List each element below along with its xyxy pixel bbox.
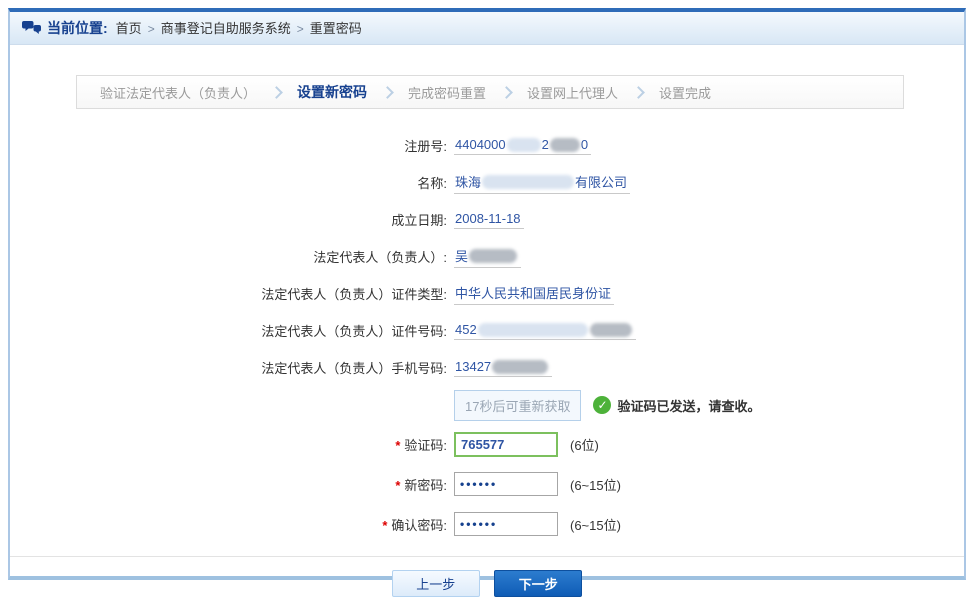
confirm-password-label: * 确认密码: <box>10 515 447 534</box>
establish-date-value-text: 2008-11-18 <box>455 211 521 226</box>
required-asterisk: * <box>395 438 400 453</box>
mobile-number-value: 13427 <box>454 358 552 377</box>
breadcrumb-separator: > <box>297 22 304 36</box>
resend-code-button[interactable]: 17秒后可重新获取 <box>454 390 581 421</box>
redacted-blur-patch <box>492 360 548 374</box>
breadcrumb: 当前位置: 首页 > 商事登记自助服务系统 > 重置密码 <box>10 12 964 45</box>
required-asterisk: * <box>395 478 400 493</box>
chevron-right-icon <box>381 86 394 99</box>
new-password-input[interactable] <box>454 472 558 496</box>
form-row-id-type: 法定代表人（负责人）证件类型: 中华人民共和国居民身份证 <box>10 275 964 312</box>
reset-password-page: 当前位置: 首页 > 商事登记自助服务系统 > 重置密码 验证法定代表人（负责人） 设置新… <box>8 8 966 580</box>
id-type-label: 法定代表人（负责人）证件类型: <box>10 284 447 303</box>
company-name-value-area: 珠海 有限公司 <box>454 171 630 194</box>
captcha-label-text: 验证码: <box>404 438 447 453</box>
password-input-rows: * 验证码: (6位) * 新密码: (6~15位) * 确认密码: (6~15位) <box>10 424 964 544</box>
step-wizard: 验证法定代表人（负责人） 设置新密码 完成密码重置 设置网上代理人 设置完成 <box>76 75 904 109</box>
breadcrumb-item[interactable]: 商事登记自助服务系统 <box>161 21 291 36</box>
mobile-number-value-text: 13427 <box>455 359 491 374</box>
sms-status-message: 验证码已发送，请查收。 <box>617 396 760 415</box>
chevron-right-icon <box>270 86 283 99</box>
reset-password-form: 注册号: 4404000 2 0 名称: 珠海 有限公司成立日期: 2008-11-18 法定代… <box>10 127 964 544</box>
registration-number-value: 4404000 2 0 <box>454 136 591 155</box>
legal-representative-label: 法定代表人（负责人）: <box>10 247 447 266</box>
form-row-company-name: 名称: 珠海 有限公司 <box>10 164 964 201</box>
breadcrumb-item: 重置密码 <box>310 21 362 36</box>
legal-representative-value-area: 吴 <box>454 245 521 268</box>
new-password-value-area: (6~15位) <box>454 472 621 496</box>
id-number-value: 452 <box>454 321 636 340</box>
mobile-number-value-area: 13427 <box>454 358 552 377</box>
form-row-captcha: * 验证码: (6位) <box>10 424 964 464</box>
id-type-value-text: 中华人民共和国居民身份证 <box>455 283 611 302</box>
establish-date-value-area: 2008-11-18 <box>454 210 524 229</box>
confirm-password-value-area: (6~15位) <box>454 512 621 536</box>
redacted-blur-patch <box>590 323 632 337</box>
id-number-value-area: 452 <box>454 321 636 340</box>
captcha-value-area: (6位) <box>454 432 599 457</box>
wizard-step: 验证法定代表人（负责人） <box>100 83 256 102</box>
company-name-value-text: 珠海 <box>455 172 481 191</box>
chevron-right-icon <box>632 86 645 99</box>
next-step-button[interactable]: 下一步 <box>494 570 582 597</box>
check-circle-icon: ✓ <box>593 396 611 414</box>
footer-actions: 上一步 下一步 <box>10 556 964 597</box>
chevron-right-icon <box>500 86 513 99</box>
new-password-length-hint: (6~15位) <box>570 475 621 494</box>
form-row-id-number: 法定代表人（负责人）证件号码: 452 <box>10 312 964 349</box>
new-password-label-text: 新密码: <box>404 478 447 493</box>
id-number-label: 法定代表人（负责人）证件号码: <box>10 321 447 340</box>
redacted-blur-patch <box>469 249 517 263</box>
form-row-registration-number: 注册号: 4404000 2 0 <box>10 127 964 164</box>
mobile-number-label: 法定代表人（负责人）手机号码: <box>10 358 447 377</box>
breadcrumb-label: 当前位置: <box>47 18 108 38</box>
redacted-blur-patch <box>507 138 541 152</box>
captcha-input[interactable] <box>454 432 558 457</box>
captcha-length-hint: (6位) <box>570 435 599 454</box>
captcha-label: * 验证码: <box>10 435 447 454</box>
wizard-step: 设置网上代理人 <box>527 83 618 102</box>
establish-date-value: 2008-11-18 <box>454 210 524 229</box>
registration-number-value-area: 4404000 2 0 <box>454 136 591 155</box>
confirm-password-label-text: 确认密码: <box>391 518 447 533</box>
speech-bubbles-icon <box>22 21 41 36</box>
company-info-rows: 注册号: 4404000 2 0 名称: 珠海 有限公司成立日期: 2008-11-18 法定代… <box>10 127 964 386</box>
form-row-establish-date: 成立日期: 2008-11-18 <box>10 201 964 238</box>
legal-representative-value-text: 吴 <box>455 246 468 265</box>
form-row-confirm-password: * 确认密码: (6~15位) <box>10 504 964 544</box>
id-number-value-text: 452 <box>455 322 477 337</box>
form-row-legal-representative: 法定代表人（负责人）: 吴 <box>10 238 964 275</box>
redacted-blur-patch <box>550 138 580 152</box>
breadcrumb-item[interactable]: 首页 <box>116 21 142 36</box>
confirm-password-input[interactable] <box>454 512 558 536</box>
registration-number-value-text: 4404000 <box>455 137 506 152</box>
legal-representative-value: 吴 <box>454 245 521 268</box>
wizard-step: 设置完成 <box>659 83 711 102</box>
registration-number-value-text: 2 <box>542 137 549 152</box>
id-type-value-area: 中华人民共和国居民身份证 <box>454 282 614 305</box>
registration-number-value-text: 0 <box>581 137 588 152</box>
wizard-step-active: 设置新密码 <box>297 82 367 102</box>
id-type-value: 中华人民共和国居民身份证 <box>454 282 614 305</box>
breadcrumb-items: 首页 > 商事登记自助服务系统 > 重置密码 <box>116 18 362 38</box>
registration-number-label: 注册号: <box>10 136 447 155</box>
confirm-password-length-hint: (6~15位) <box>570 515 621 534</box>
redacted-blur-patch <box>478 323 588 337</box>
required-asterisk: * <box>382 518 387 533</box>
form-row-new-password: * 新密码: (6~15位) <box>10 464 964 504</box>
company-name-label: 名称: <box>10 173 447 192</box>
wizard-step: 完成密码重置 <box>408 83 486 102</box>
company-name-value: 珠海 有限公司 <box>454 171 630 194</box>
prev-step-button[interactable]: 上一步 <box>392 570 480 597</box>
new-password-label: * 新密码: <box>10 475 447 494</box>
breadcrumb-separator: > <box>148 22 155 36</box>
sms-verification-row: 17秒后可重新获取 ✓ 验证码已发送，请查收。 <box>10 388 964 422</box>
form-row-mobile-number: 法定代表人（负责人）手机号码: 13427 <box>10 349 964 386</box>
company-name-value-text: 有限公司 <box>575 172 627 191</box>
redacted-blur-patch <box>482 175 574 189</box>
establish-date-label: 成立日期: <box>10 210 447 229</box>
